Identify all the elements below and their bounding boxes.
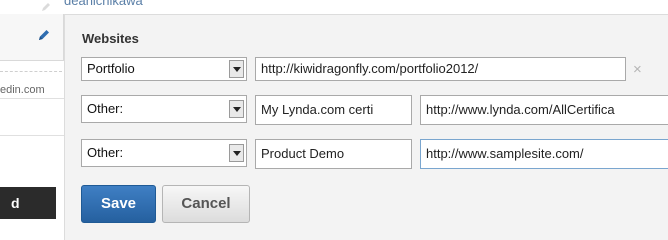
website-url-input[interactable]: http://www.lynda.com/AllCertifica (420, 95, 668, 125)
divider (0, 71, 62, 72)
top-strip: deanichikawa (0, 0, 668, 14)
pencil-icon[interactable] (37, 28, 51, 42)
close-icon[interactable]: × (633, 62, 642, 77)
website-type-select[interactable]: Portfolio (81, 57, 247, 81)
dropdown-arrow-icon[interactable] (229, 100, 244, 118)
partial-dark-button[interactable]: d (0, 187, 56, 219)
edit-indicator[interactable] (0, 14, 64, 61)
website-type-value: Other: (87, 101, 124, 116)
website-type-value: Other: (87, 145, 124, 160)
websites-heading: Websites (82, 31, 139, 46)
website-name-input[interactable]: Product Demo (255, 139, 412, 169)
cancel-button[interactable]: Cancel (162, 185, 250, 223)
dropdown-arrow-icon[interactable] (229, 144, 244, 162)
websites-edit-panel: Websites Portfolio http://kiwidragonfly.… (64, 14, 668, 240)
divider (0, 135, 64, 136)
divider (0, 98, 64, 99)
website-name-input[interactable]: My Lynda.com certi (255, 95, 412, 125)
website-type-value: Portfolio (87, 61, 135, 76)
save-button[interactable]: Save (81, 185, 156, 223)
profile-username: deanichikawa (64, 0, 143, 8)
pencil-icon (40, 0, 52, 12)
website-type-select[interactable]: Other: (81, 139, 247, 167)
website-url-input[interactable]: http://www.samplesite.com/ (420, 139, 668, 169)
dropdown-arrow-icon[interactable] (229, 60, 244, 78)
partial-linkedin-url: edin.com (0, 84, 45, 96)
website-type-select[interactable]: Other: (81, 95, 247, 123)
left-background-panel: edin.com d (0, 14, 64, 240)
website-url-input[interactable]: http://kiwidragonfly.com/portfolio2012/ (255, 57, 626, 81)
profile-edit-page: deanichikawa edin.com d Websites Portfol… (0, 0, 668, 240)
